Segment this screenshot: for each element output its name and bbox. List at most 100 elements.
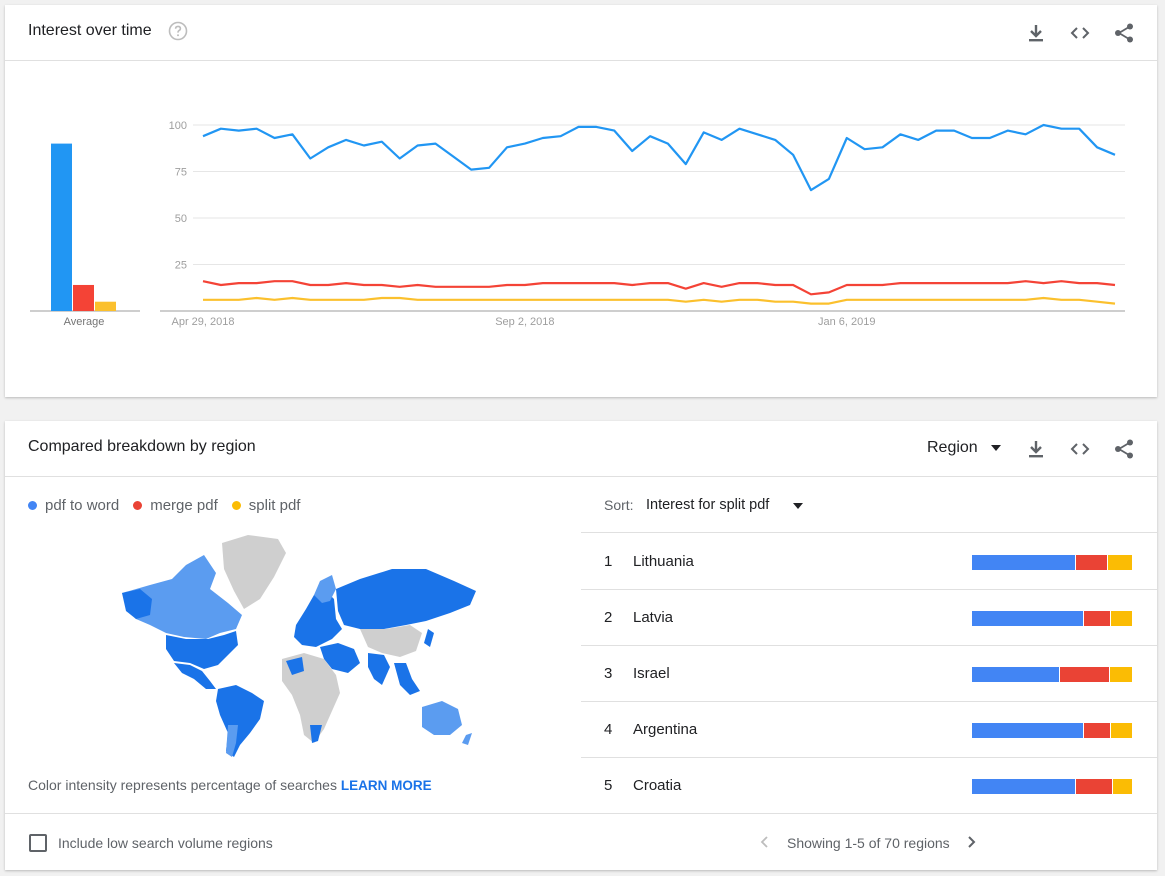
region-name: Israel [633,665,670,682]
y-tick-label: 100 [169,120,187,132]
legend-item-merge-pdf: merge pdf [133,497,218,514]
share-segment [1109,667,1132,682]
map-region-new-zealand[interactable] [462,733,472,745]
region-row[interactable]: 4 Argentina [581,701,1157,758]
sort-row: Sort: Interest for split pdf [581,476,1157,533]
share-bar [972,667,1132,682]
map-region-china[interactable] [360,625,422,657]
download-icon[interactable] [1024,437,1048,461]
download-icon[interactable] [1024,21,1048,45]
checkbox-label: Include low search volume regions [58,835,273,851]
rank-number: 2 [604,609,613,626]
region-select[interactable]: Region [927,439,978,457]
rank-number: 1 [604,553,613,570]
share-segment [1113,779,1132,794]
card-header: Interest over time [5,5,1157,61]
sort-label: Sort: [604,497,634,513]
learn-more-link[interactable]: LEARN MORE [341,778,432,793]
map-region-australia[interactable] [422,701,462,735]
share-segment [972,611,1084,626]
share-segment [1111,611,1132,626]
legend-label: pdf to word [45,497,120,514]
map-region-india[interactable] [368,653,390,685]
series-legend: pdf to word merge pdf split pdf [28,497,300,514]
average-bar [51,143,72,311]
share-segment [1083,611,1112,626]
x-tick-label: Apr 29, 2018 [172,316,235,328]
rank-number: 3 [604,665,613,682]
legend-dot [231,501,241,510]
legend-label: split pdf [248,497,301,514]
share-segment [1111,723,1132,738]
low-volume-checkbox[interactable] [29,834,47,852]
embed-icon[interactable] [1068,437,1092,461]
region-row[interactable]: 3 Israel [581,645,1157,702]
chart-labels: 100 75 50 25 Apr 29, 2018 Sep 2, 2018 Jan 6, 2… [64,120,876,328]
share-segment [972,723,1084,738]
map-region-greenland[interactable] [222,535,286,609]
map-region-south-america[interactable] [216,685,264,757]
share-bar [972,779,1132,794]
region-name: Latvia [633,609,674,626]
share-bar [972,723,1132,738]
share-segment [972,667,1060,682]
share-segment [1075,779,1114,794]
region-row[interactable]: 1 Lithuania [581,533,1157,590]
rank-number: 4 [604,721,613,738]
region-name: Lithuania [633,553,694,570]
rank-number: 5 [604,777,613,794]
share-icon[interactable] [1112,21,1136,45]
share-bar [972,611,1132,626]
interest-over-time-card: Interest over time 100 75 50 25 Apr 29, 2018… [5,5,1157,397]
average-label: Average [64,316,105,328]
region-row[interactable]: 2 Latvia [581,589,1157,646]
series-line [202,123,1116,192]
x-tick-label: Jan 6, 2019 [818,316,876,328]
share-segment [1083,723,1112,738]
share-segment [972,555,1076,570]
x-tick-label: Sep 2, 2018 [495,316,554,328]
help-icon[interactable] [168,21,188,41]
legend-item-split-pdf: split pdf [231,497,301,514]
chart-series-lines [202,123,1116,305]
region-row[interactable]: 5 Croatia [581,757,1157,814]
share-bar [972,555,1132,570]
average-bar [95,301,116,311]
map-note: Color intensity represents percentage of… [28,777,432,793]
legend-dot [28,501,37,510]
map-region-japan[interactable] [424,629,434,647]
world-map[interactable] [110,529,480,759]
legend-item-pdf-to-word: pdf to word [28,497,119,514]
share-icon[interactable] [1112,437,1136,461]
y-tick-label: 75 [175,167,187,179]
legend-dot [133,501,143,510]
legend-label: merge pdf [150,497,218,514]
y-tick-label: 25 [175,260,187,272]
share-segment [1075,555,1109,570]
map-region-southeast-asia[interactable] [394,663,420,695]
region-breakdown-card: Compared breakdown by region Region pdf … [5,421,1157,870]
pager-text: Showing 1-5 of 70 regions [787,835,950,851]
region-name: Argentina [633,721,698,738]
average-bars [51,143,116,311]
interest-chart: 100 75 50 25 Apr 29, 2018 Sep 2, 2018 Jan 6, 2… [30,120,1125,328]
region-name: Croatia [633,777,682,794]
series-line [203,296,1116,305]
share-segment [1108,555,1132,570]
series-line [202,280,1116,296]
card-title: Interest over time [28,22,152,39]
map-note-text: Color intensity represents percentage of… [28,777,337,793]
card-footer: Include low search volume regions Showin… [5,813,1157,871]
caret-down-icon[interactable] [991,445,1001,451]
average-bar [73,284,94,311]
card-header: Compared breakdown by region Region [5,421,1157,477]
caret-down-icon[interactable] [793,503,803,509]
embed-icon[interactable] [1068,21,1092,45]
sort-select[interactable]: Interest for split pdf [646,497,769,513]
y-tick-label: 50 [175,213,187,225]
chevron-right-icon[interactable] [963,834,979,850]
map-region-russia[interactable] [336,569,476,629]
share-segment [972,779,1076,794]
share-segment [1059,667,1110,682]
chevron-left-icon[interactable] [757,834,773,850]
